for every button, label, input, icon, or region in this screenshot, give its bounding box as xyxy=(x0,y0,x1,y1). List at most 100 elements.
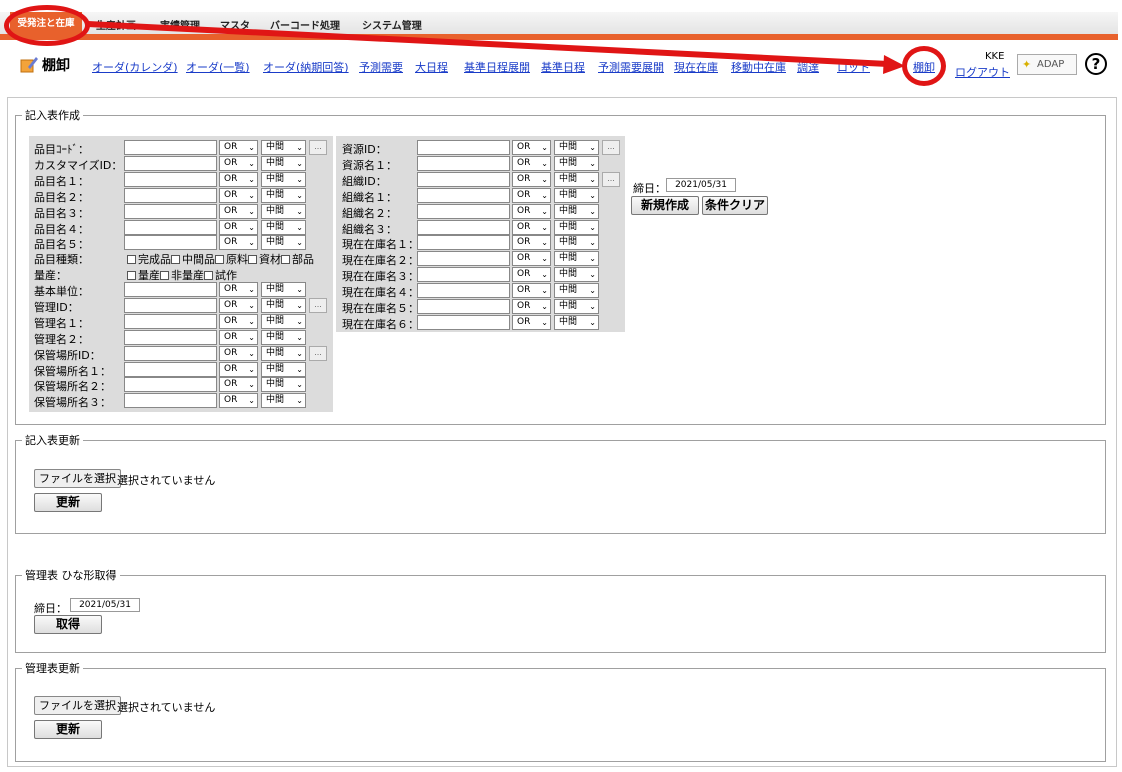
text-input[interactable] xyxy=(417,203,510,219)
match-select[interactable]: 中間 ⌄ xyxy=(261,155,306,171)
text-input[interactable] xyxy=(417,251,510,267)
operator-select[interactable]: OR ⌄ xyxy=(219,329,258,345)
checkbox[interactable] xyxy=(160,271,169,280)
text-input[interactable] xyxy=(124,187,217,203)
text-input[interactable] xyxy=(124,393,217,409)
checkbox[interactable] xyxy=(281,255,290,264)
text-input[interactable] xyxy=(417,314,510,330)
operator-select[interactable]: OR ⌄ xyxy=(512,314,551,330)
clear-conditions-button[interactable]: 条件クリア xyxy=(702,196,768,215)
text-input[interactable] xyxy=(417,155,510,171)
logout-link[interactable]: ログアウト xyxy=(955,64,1010,80)
text-input[interactable] xyxy=(124,219,217,235)
checkbox[interactable] xyxy=(248,255,257,264)
text-input[interactable] xyxy=(124,297,217,313)
operator-select[interactable]: OR ⌄ xyxy=(219,393,258,409)
match-select[interactable]: 中間 ⌄ xyxy=(261,282,306,297)
lookup-button[interactable]: ... xyxy=(309,297,327,313)
nav-barcode[interactable]: バーコード処理 xyxy=(270,17,340,32)
operator-select[interactable]: OR ⌄ xyxy=(512,219,551,235)
match-select[interactable]: 中間 ⌄ xyxy=(261,345,306,361)
match-select[interactable]: 中間 ⌄ xyxy=(261,171,306,187)
text-input[interactable] xyxy=(417,267,510,283)
lookup-button[interactable]: ... xyxy=(309,345,327,361)
text-input[interactable] xyxy=(417,171,510,187)
operator-select[interactable]: OR ⌄ xyxy=(512,299,551,314)
operator-select[interactable]: OR ⌄ xyxy=(512,251,551,267)
link-lot[interactable]: ロット xyxy=(837,59,870,75)
operator-select[interactable]: OR ⌄ xyxy=(512,171,551,187)
text-input[interactable] xyxy=(124,155,217,171)
match-select[interactable]: 中間 ⌄ xyxy=(554,235,599,251)
operator-select[interactable]: OR ⌄ xyxy=(512,235,551,251)
match-select[interactable]: 中間 ⌄ xyxy=(554,140,599,155)
get-template-button[interactable]: 取得 xyxy=(34,615,102,634)
match-select[interactable]: 中間 ⌄ xyxy=(554,283,599,299)
text-input[interactable] xyxy=(124,140,217,155)
close-date-input[interactable]: 2021/05/31 xyxy=(666,178,736,192)
match-select[interactable]: 中間 ⌄ xyxy=(554,219,599,235)
text-input[interactable] xyxy=(417,187,510,203)
link-base-schedule[interactable]: 基準日程 xyxy=(541,59,585,75)
operator-select[interactable]: OR ⌄ xyxy=(219,377,258,393)
link-master-schedule[interactable]: 大日程 xyxy=(415,59,448,75)
nav-production-plan[interactable]: 生産計画 xyxy=(96,17,136,32)
match-select[interactable]: 中間 ⌄ xyxy=(554,299,599,314)
text-input[interactable] xyxy=(124,345,217,361)
match-select[interactable]: 中間 ⌄ xyxy=(554,171,599,187)
operator-select[interactable]: OR ⌄ xyxy=(219,155,258,171)
operator-select[interactable]: OR ⌄ xyxy=(219,282,258,297)
match-select[interactable]: 中間 ⌄ xyxy=(261,140,306,155)
update-button[interactable]: 更新 xyxy=(34,493,102,512)
match-select[interactable]: 中間 ⌄ xyxy=(261,187,306,203)
link-procurement[interactable]: 調達 xyxy=(797,59,819,75)
text-input[interactable] xyxy=(417,299,510,314)
operator-select[interactable]: OR ⌄ xyxy=(512,283,551,299)
text-input[interactable] xyxy=(417,283,510,299)
match-select[interactable]: 中間 ⌄ xyxy=(554,203,599,219)
operator-select[interactable]: OR ⌄ xyxy=(512,140,551,155)
match-select[interactable]: 中間 ⌄ xyxy=(261,329,306,345)
checkbox[interactable] xyxy=(215,255,224,264)
nav-results[interactable]: 実績管理 xyxy=(160,17,200,32)
checkbox[interactable] xyxy=(204,271,213,280)
checkbox[interactable] xyxy=(171,255,180,264)
link-forecast[interactable]: 予測需要 xyxy=(359,59,403,75)
operator-select[interactable]: OR ⌄ xyxy=(219,345,258,361)
operator-select[interactable]: OR ⌄ xyxy=(219,187,258,203)
match-select[interactable]: 中間 ⌄ xyxy=(261,219,306,235)
operator-select[interactable]: OR ⌄ xyxy=(512,187,551,203)
checkbox[interactable] xyxy=(127,255,136,264)
match-select[interactable]: 中間 ⌄ xyxy=(261,313,306,329)
operator-select[interactable]: OR ⌄ xyxy=(219,171,258,187)
operator-select[interactable]: OR ⌄ xyxy=(219,219,258,235)
match-select[interactable]: 中間 ⌄ xyxy=(554,251,599,267)
choose-file-button[interactable]: ファイルを選択 xyxy=(34,696,121,715)
operator-select[interactable]: OR ⌄ xyxy=(219,313,258,329)
operator-select[interactable]: OR ⌄ xyxy=(219,235,258,251)
text-input[interactable] xyxy=(417,219,510,235)
link-moving-stock[interactable]: 移動中在庫 xyxy=(731,59,786,75)
lookup-button[interactable]: ... xyxy=(602,171,620,187)
checkbox[interactable] xyxy=(127,271,136,280)
text-input[interactable] xyxy=(124,235,217,251)
nav-master[interactable]: マスタ xyxy=(220,17,250,32)
lookup-button[interactable]: ... xyxy=(309,140,327,155)
match-select[interactable]: 中間 ⌄ xyxy=(261,235,306,251)
match-select[interactable]: 中間 ⌄ xyxy=(261,377,306,393)
text-input[interactable] xyxy=(124,313,217,329)
close-date-input[interactable]: 2021/05/31 xyxy=(70,598,140,612)
text-input[interactable] xyxy=(417,235,510,251)
nav-system[interactable]: システム管理 xyxy=(362,17,422,32)
link-base-schedule-expand[interactable]: 基準日程展開 xyxy=(464,59,530,75)
operator-select[interactable]: OR ⌄ xyxy=(512,155,551,171)
help-icon[interactable]: ? xyxy=(1085,53,1107,75)
link-order-calendar[interactable]: オーダ(カレンダ) xyxy=(92,59,178,75)
link-order-list[interactable]: オーダ(一覧) xyxy=(186,59,250,75)
match-select[interactable]: 中間 ⌄ xyxy=(554,187,599,203)
match-select[interactable]: 中間 ⌄ xyxy=(261,203,306,219)
operator-select[interactable]: OR ⌄ xyxy=(512,203,551,219)
operator-select[interactable]: OR ⌄ xyxy=(219,140,258,155)
operator-select[interactable]: OR ⌄ xyxy=(512,267,551,283)
lookup-button[interactable]: ... xyxy=(602,140,620,155)
